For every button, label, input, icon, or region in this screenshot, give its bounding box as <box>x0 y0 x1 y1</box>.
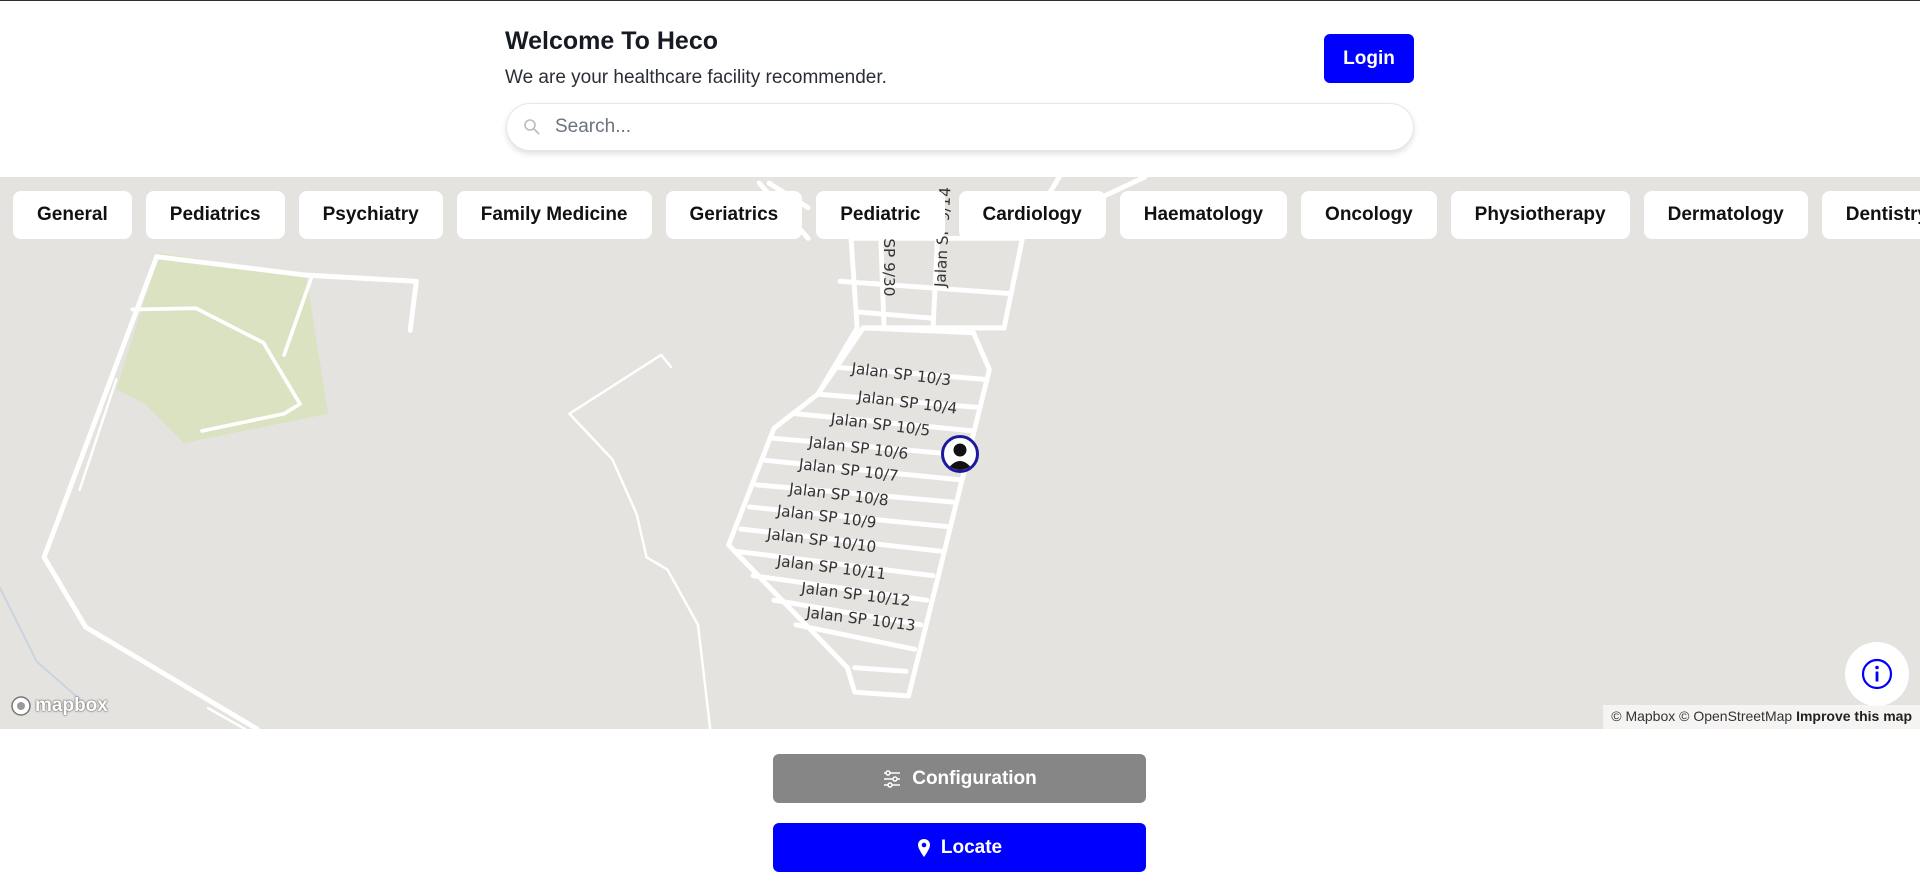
category-chip-physiotherapy[interactable]: Physiotherapy <box>1450 191 1630 239</box>
street-label: Jalan SP 10/5 <box>829 410 932 440</box>
search-bar[interactable] <box>506 103 1414 151</box>
locate-button[interactable]: Locate <box>773 823 1146 872</box>
user-avatar-icon <box>947 443 973 470</box>
category-chips: General Pediatrics Psychiatry Family Med… <box>13 191 1920 239</box>
mapbox-attribution-link[interactable]: © Mapbox <box>1611 708 1675 724</box>
configuration-button[interactable]: Configuration <box>773 754 1146 803</box>
user-location-marker[interactable] <box>941 435 979 473</box>
category-chip-dermatology[interactable]: Dermatology <box>1643 191 1808 239</box>
mapbox-logo[interactable]: mapbox <box>10 695 108 717</box>
sliders-icon <box>884 769 901 788</box>
category-chip-pediatric[interactable]: Pediatric <box>816 191 945 239</box>
map-pin-icon <box>917 838 930 857</box>
category-chip-cardiology[interactable]: Cardiology <box>958 191 1106 239</box>
configuration-label: Configuration <box>912 767 1037 789</box>
mapbox-logo-text: mapbox <box>35 695 108 716</box>
info-icon <box>1861 658 1893 690</box>
category-chip-pediatrics[interactable]: Pediatrics <box>145 191 285 239</box>
category-chip-haematology[interactable]: Haematology <box>1119 191 1288 239</box>
street-label: Jalan SP 10/3 <box>850 359 953 389</box>
improve-map-link[interactable]: Improve this map <box>1796 708 1912 724</box>
page-subtitle: We are your healthcare facility recommen… <box>505 67 887 88</box>
page-title: Welcome To Heco <box>505 27 719 55</box>
search-icon <box>524 119 540 135</box>
mapbox-icon <box>11 696 31 716</box>
street-label: SP 9/30 <box>880 238 898 296</box>
locate-label: Locate <box>940 836 1003 858</box>
street-label: Jalan SP 10/4 <box>856 387 959 417</box>
login-button[interactable]: Login <box>1324 34 1414 83</box>
category-chip-geriatrics[interactable]: Geriatrics <box>665 191 803 239</box>
map-attribution: © Mapbox © OpenStreetMap Improve this ma… <box>1603 705 1920 729</box>
category-chip-dentistry[interactable]: Dentistry <box>1821 191 1920 239</box>
category-chip-psychiatry[interactable]: Psychiatry <box>298 191 443 239</box>
osm-attribution-link[interactable]: © OpenStreetMap <box>1679 708 1792 724</box>
category-chip-general[interactable]: General <box>13 191 132 239</box>
street-label: Jalan SP 10/11 <box>775 552 887 583</box>
search-input[interactable] <box>555 116 1375 138</box>
category-chip-oncology[interactable]: Oncology <box>1301 191 1437 239</box>
category-chip-family-medicine[interactable]: Family Medicine <box>456 191 652 239</box>
map[interactable]: Jalan SP 10/3 Jalan SP 10/4 Jalan SP 10/… <box>0 177 1920 729</box>
top-border <box>0 0 1920 1</box>
info-button[interactable] <box>1845 642 1909 706</box>
